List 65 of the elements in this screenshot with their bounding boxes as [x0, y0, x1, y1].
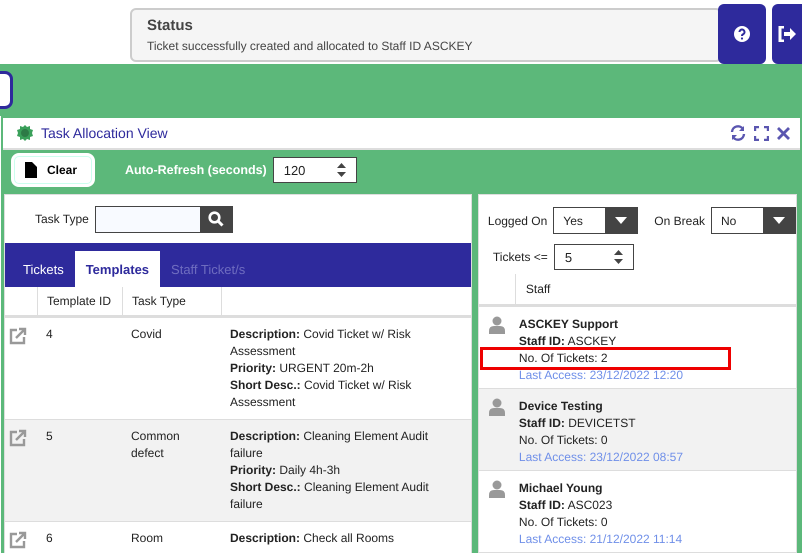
gear-icon: [17, 125, 33, 141]
table-cell: Common defect: [131, 429, 180, 460]
task-type-search-field[interactable]: [94, 206, 233, 232]
logged-on-dropdown[interactable]: Yes: [553, 207, 638, 234]
detail-text: Short Desc.: Covid Ticket w/ Risk Assessment: [230, 377, 412, 411]
column-header[interactable]: Task Type: [122, 287, 221, 318]
tab[interactable]: Templates: [74, 251, 160, 287]
person-icon: [488, 316, 505, 334]
staff-name: Michael Young: [518, 480, 602, 497]
external-link-icon[interactable]: [9, 531, 27, 549]
search-icon[interactable]: [208, 211, 224, 227]
table-cell: 4: [46, 327, 53, 341]
detail-text: Priority: URGENT 20m-2h: [230, 360, 375, 377]
last-access: Last Access: 23/12/2022 08:57: [518, 449, 684, 466]
column-header[interactable]: Template ID: [37, 287, 122, 318]
on-break-dropdown[interactable]: No: [711, 207, 796, 234]
staff-name: Device Testing: [518, 398, 603, 415]
ticket-count: No. Of Tickets: 0: [518, 514, 608, 531]
person-icon: [488, 398, 505, 416]
clear-button[interactable]: Clear: [11, 153, 96, 187]
caret-icon[interactable]: [605, 208, 638, 233]
task-type-label: Task Type: [35, 212, 89, 226]
side-handle[interactable]: [0, 71, 13, 109]
detail-text: Short Desc.: Cleaning Element Audit failure: [230, 479, 430, 513]
status-title: Status: [147, 17, 194, 34]
detail-text: Description: Check all Rooms: [230, 530, 396, 547]
staff-id: Staff ID: ASC023: [518, 497, 612, 514]
close-icon[interactable]: [777, 126, 790, 140]
staff-id: Staff ID: DEVICETST: [518, 415, 636, 432]
caret-icon[interactable]: [763, 208, 795, 233]
fullscreen-icon[interactable]: [754, 126, 769, 140]
auto-refresh-label: Auto-Refresh (seconds): [125, 163, 267, 177]
table-cell: Room: [131, 531, 164, 545]
external-link-icon[interactable]: [9, 429, 27, 447]
on-break-label: On Break: [654, 214, 705, 228]
logged-on-label: Logged On: [488, 214, 548, 228]
detail-text: Description: Cleaning Element Audit failure: [230, 428, 430, 462]
ticket-count: No. Of Tickets: 0: [518, 432, 608, 449]
tab[interactable]: Tickets: [12, 251, 75, 287]
detail-text: Priority: Daily 4h-3h: [230, 462, 342, 479]
external-link-icon[interactable]: [9, 327, 27, 345]
person-icon: [488, 480, 505, 498]
ticket-count: No. Of Tickets: 2: [482, 350, 728, 367]
last-access: Last Access: 23/12/2022 12:20: [518, 367, 684, 384]
logout-icon[interactable]: [778, 26, 796, 42]
table-cell: Covid: [131, 327, 162, 341]
staff-id: Staff ID: ASCKEY: [518, 333, 616, 350]
auto-refresh-field[interactable]: 120: [272, 157, 357, 183]
last-access: Last Access: 21/12/2022 11:14: [518, 531, 682, 548]
table-cell: 6: [46, 531, 53, 545]
logout-button[interactable]: [772, 4, 802, 64]
panel-title: Task Allocation View: [41, 125, 169, 141]
column-header[interactable]: Staff: [514, 274, 796, 304]
spinner-arrows-icon[interactable]: [336, 163, 346, 177]
tickets-label: Tickets <=: [492, 250, 548, 264]
staff-name: ASCKEY Support: [518, 316, 618, 333]
tickets-field[interactable]: 5: [554, 244, 634, 270]
refresh-icon[interactable]: [730, 125, 746, 141]
detail-text: Description: Covid Ticket w/ Risk Assessment: [230, 326, 412, 360]
help-button[interactable]: [718, 4, 766, 64]
spinner-arrows-icon[interactable]: [614, 250, 623, 264]
status-message: Ticket successfully created and allocated to Staff ID ASCKEY: [147, 39, 474, 53]
help-icon[interactable]: [734, 26, 750, 42]
table-cell: 5: [46, 429, 53, 443]
document-icon: [25, 162, 37, 178]
